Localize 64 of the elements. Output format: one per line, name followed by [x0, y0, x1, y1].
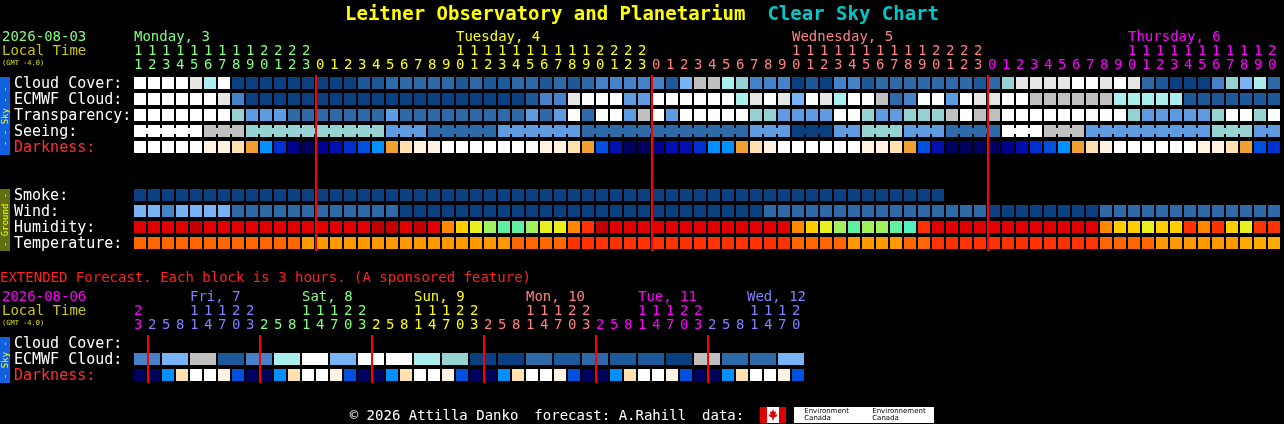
row-label: ECMWF Cloud:: [14, 91, 124, 107]
hour-digits: 012345678901234567890123: [652, 57, 988, 71]
hour-digits: 11122: [302, 303, 372, 317]
hour-digits: 25814703: [372, 317, 484, 331]
hour-digits: 11122: [414, 303, 484, 317]
row-label: ECMWF Cloud:: [14, 351, 124, 367]
row-label: Cloud Cover:: [14, 75, 124, 91]
midnight-line: [259, 335, 261, 383]
day-label: Wed, 12: [747, 289, 806, 303]
time-label: Local Time: [2, 303, 87, 317]
hour-digits: 11122: [638, 303, 708, 317]
hour-digits: 11111111112: [1128, 43, 1282, 57]
hour-digits: 2: [134, 303, 148, 317]
hour-digits: 012345678901234567890123: [316, 57, 652, 71]
hour-digits: 3: [134, 317, 148, 331]
day-label: Fri, 7: [190, 289, 241, 303]
midnight-line: [595, 335, 597, 383]
extended-heading: EXTENDED Forecast. Each block is 3 hours. (A sponsored feature): [0, 269, 532, 285]
date-label: 2026-08-06: [2, 289, 87, 303]
row-label: Cloud Cover:: [14, 335, 124, 351]
day-label: Sat, 8: [302, 289, 353, 303]
day-label: Wednesday, 5: [792, 29, 894, 43]
hour-digits: 2581470: [708, 317, 806, 331]
hour-digits: 1111111112222: [134, 43, 316, 57]
midnight-line: [707, 335, 709, 383]
side-label: - Sky -: [0, 337, 10, 383]
data-credit: data:: [702, 407, 745, 423]
hour-digits: 25814703: [148, 317, 260, 331]
row-label: Wind:: [14, 203, 61, 219]
flag-icon: [760, 407, 787, 423]
hour-digits: 1112: [750, 303, 806, 317]
day-label: Mon, 10: [526, 289, 585, 303]
forecast-credit: forecast: A.Rahill: [534, 407, 687, 423]
day-label: Tuesday, 4: [456, 29, 541, 43]
day-label: Tue, 11: [638, 289, 697, 303]
hour-digits: 11111111112222: [792, 43, 988, 57]
hour-digits: 1234567890123: [134, 57, 316, 71]
day-label: Sun, 9: [414, 289, 465, 303]
hour-digits: 012345678901234567890: [988, 57, 1282, 71]
hour-digits: 11122: [190, 303, 260, 317]
midnight-line: [147, 335, 149, 383]
row-label: Seeing:: [14, 123, 78, 139]
hour-digits: 11122: [526, 303, 596, 317]
day-label: Monday, 3: [134, 29, 210, 43]
row-label: Transparency:: [14, 107, 133, 123]
row-label: Smoke:: [14, 187, 70, 203]
date-label: 2026-08-03: [2, 29, 87, 43]
side-label: - Ground -: [0, 189, 10, 251]
midnight-line: [483, 335, 485, 383]
hour-digits: 25814703: [596, 317, 708, 331]
chart-title: Clear Sky Chart: [767, 2, 939, 24]
row-label: Humidity:: [14, 219, 96, 235]
hour-digits: 11111111112222: [456, 43, 652, 57]
midnight-line: [371, 335, 373, 383]
hour-digits: 25814703: [260, 317, 372, 331]
row-label: Temperature:: [14, 235, 124, 251]
copyright-text: © 2026 Attilla Danko: [349, 407, 519, 423]
site-title: Leitner Observatory and Planetarium: [345, 2, 746, 24]
time-label: Local Time: [2, 43, 87, 57]
side-label: - - Sky - -: [0, 77, 10, 155]
day-label: Thursday, 6: [1128, 29, 1221, 43]
row-label: Darkness:: [14, 367, 97, 383]
row-label: Darkness:: [14, 139, 97, 155]
hour-digits: 25814703: [484, 317, 596, 331]
